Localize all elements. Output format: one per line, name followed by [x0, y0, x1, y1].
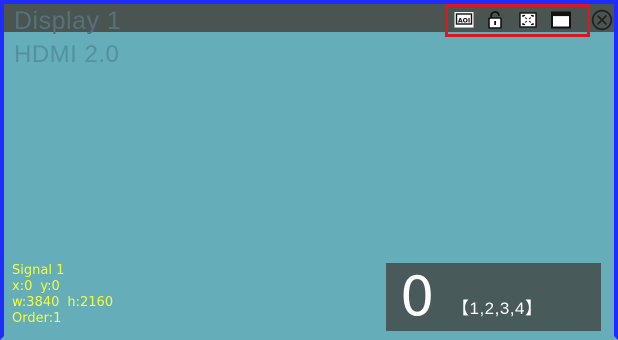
- signal-height: h:2160: [67, 295, 114, 310]
- window-number: 0: [400, 265, 435, 328]
- display-interface-label: HDMI 2.0: [14, 41, 120, 68]
- signal-size-row: w:3840 h:2160: [12, 295, 192, 311]
- aoi-button[interactable]: AOI: [453, 10, 475, 30]
- window-button[interactable]: [550, 10, 572, 30]
- aoi-icon-label: AOI: [458, 17, 470, 24]
- display-window[interactable]: Display 1 HDMI 2.0 AOI Signal 1 x:0 y:0 …: [0, 0, 618, 340]
- fullscreen-icon: [519, 12, 537, 28]
- signal-position-row: x:0 y:0: [12, 279, 192, 295]
- signal-name: Signal 1: [12, 263, 65, 278]
- window-icon: [551, 11, 571, 29]
- aoi-icon: AOI: [454, 12, 474, 28]
- signal-y: y:0: [40, 279, 60, 294]
- close-button[interactable]: [590, 8, 614, 32]
- fullscreen-button[interactable]: [517, 10, 539, 30]
- window-number-badge: 0 【1,2,3,4】: [386, 263, 601, 331]
- signal-width: w:3840: [12, 295, 60, 310]
- display-title: Display 1: [14, 7, 122, 35]
- signal-info-panel: Signal 1 x:0 y:0 w:3840 h:2160 Order:1: [12, 263, 192, 327]
- window-layer-range: 【1,2,3,4】: [452, 299, 543, 318]
- close-icon: [591, 9, 613, 31]
- unlock-button[interactable]: [484, 10, 506, 30]
- signal-x: x:0: [12, 279, 33, 294]
- unlock-icon: [488, 11, 502, 29]
- signal-order: Order:1: [12, 311, 62, 326]
